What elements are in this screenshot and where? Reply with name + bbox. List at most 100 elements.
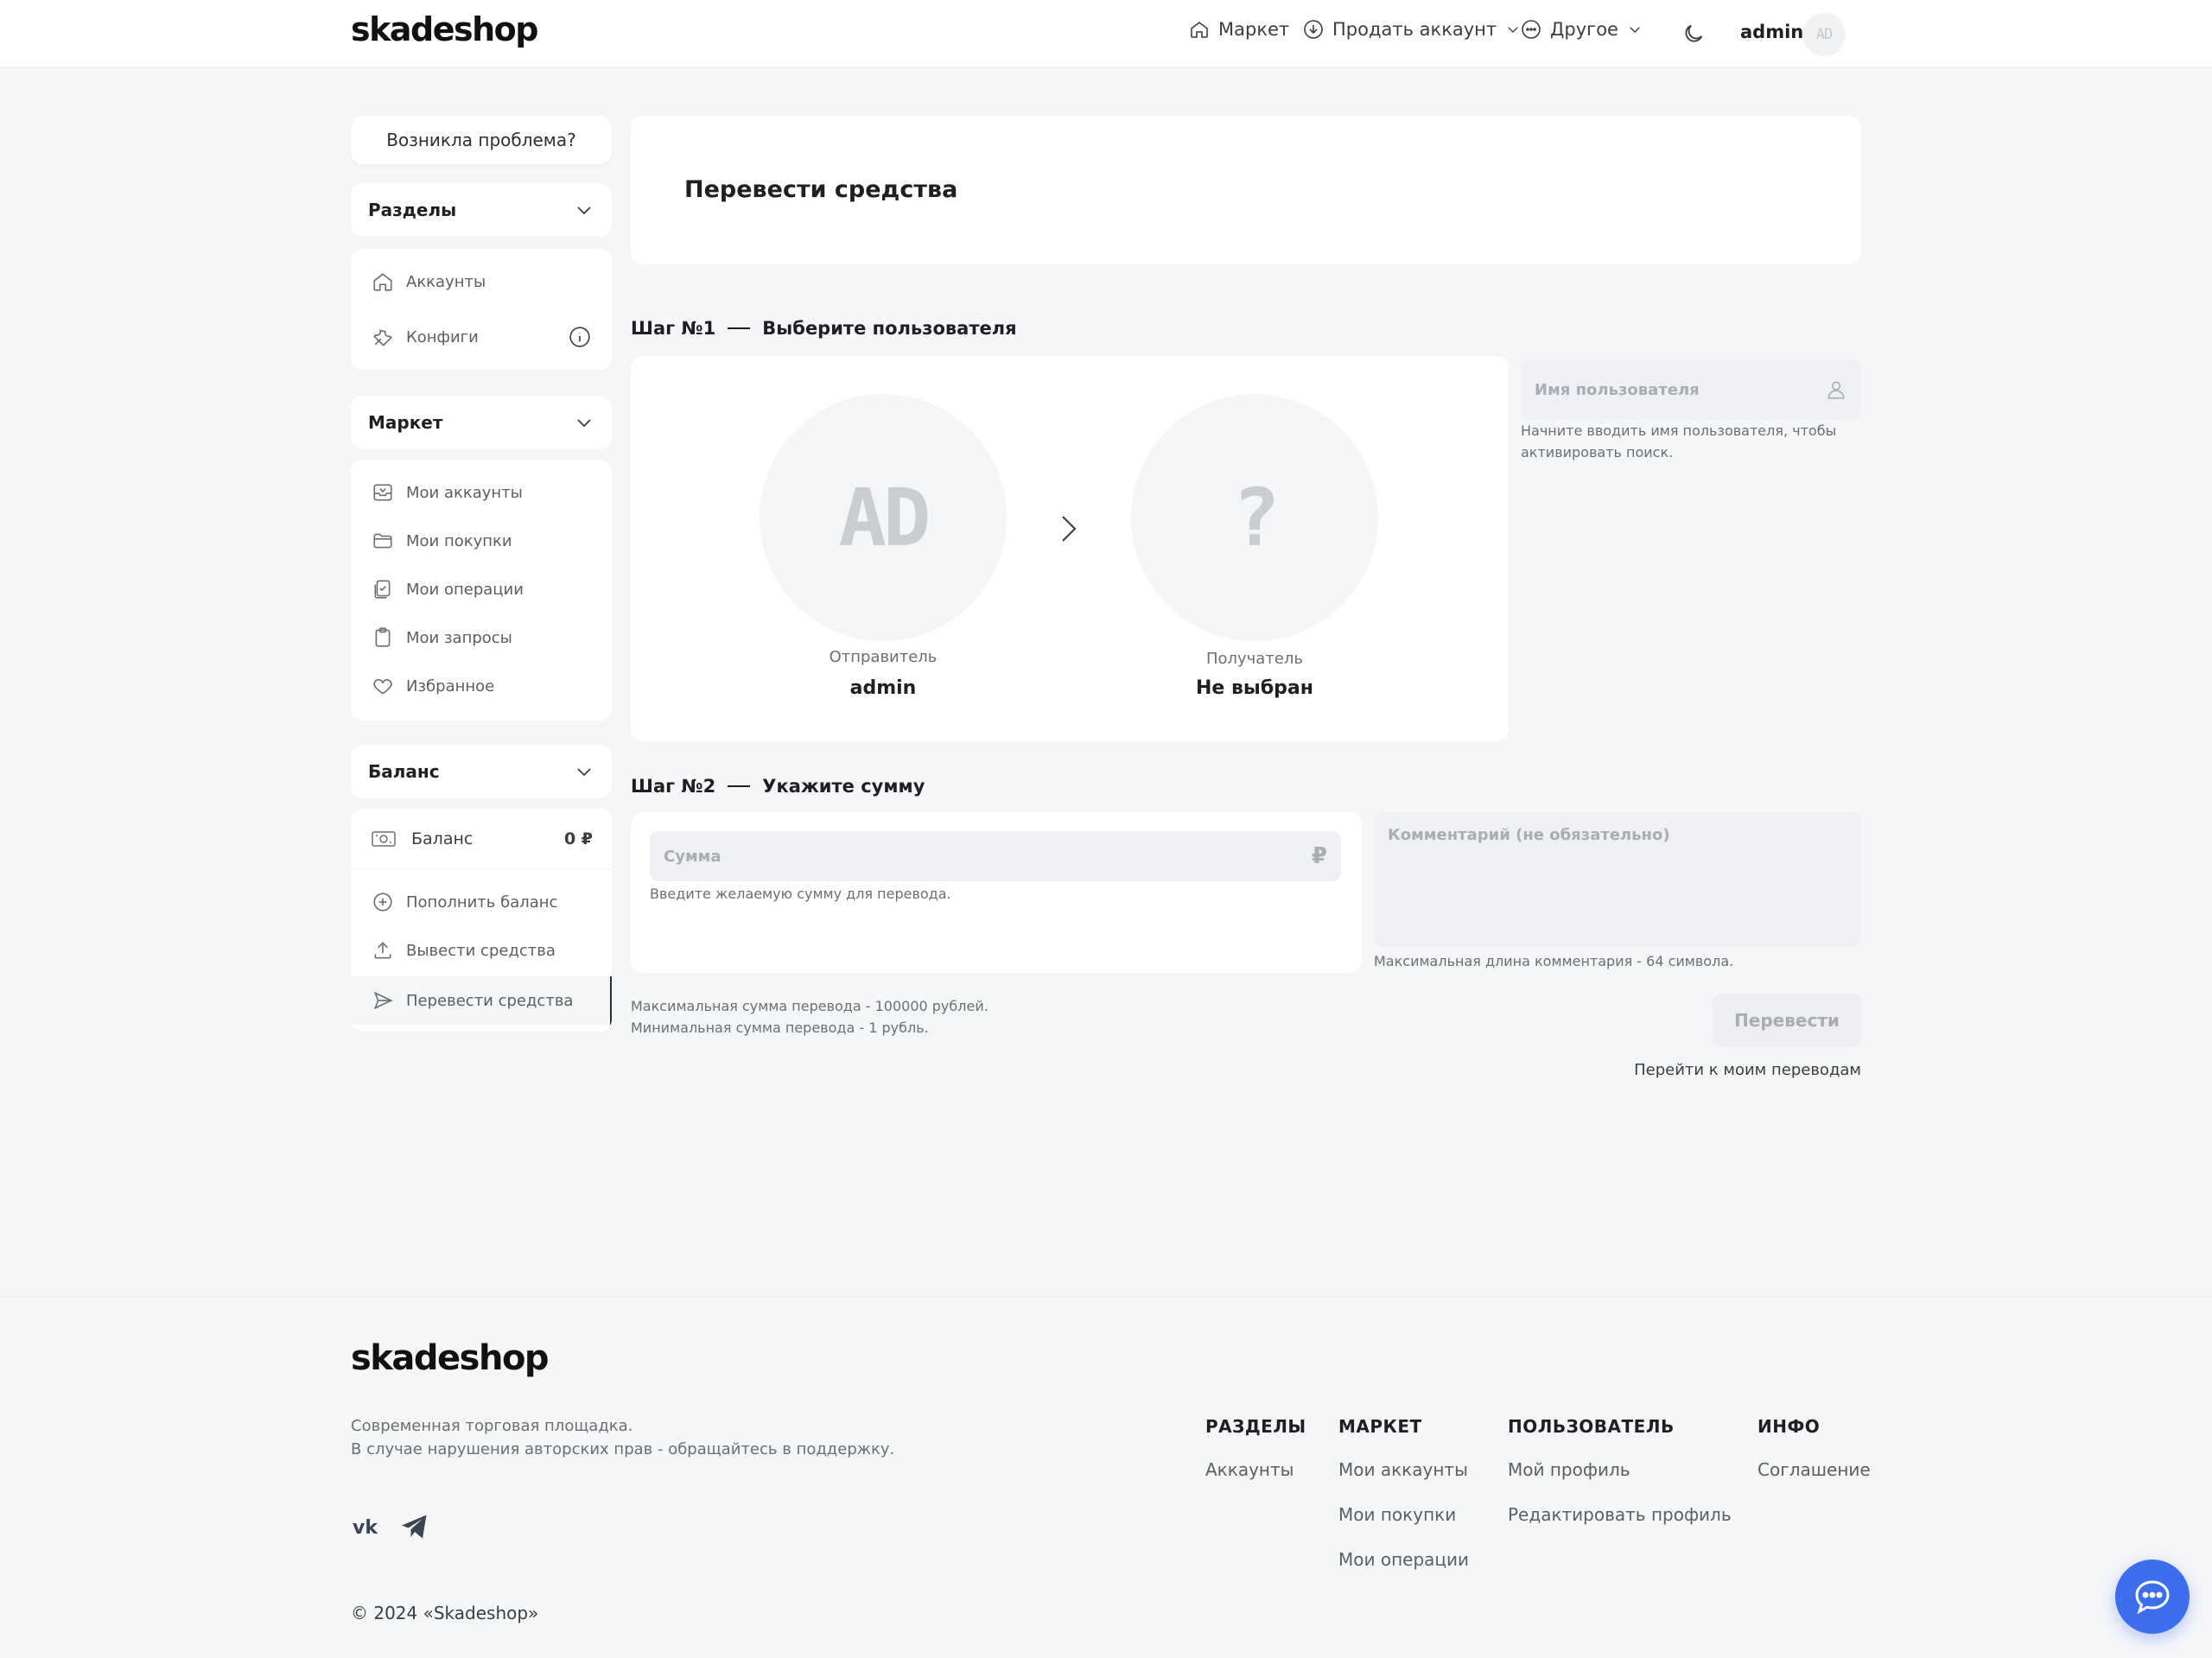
- step-dash: [728, 785, 751, 787]
- sections-toggle[interactable]: Разделы: [351, 183, 612, 237]
- balance-title: Баланс: [368, 761, 440, 782]
- clipboard-icon: [375, 627, 391, 647]
- home-icon: [1191, 21, 1208, 38]
- sidebar-item-label: Мои покупки: [406, 531, 512, 550]
- footer-link[interactable]: Мой профиль: [1508, 1459, 1630, 1480]
- sidebar-item-my-operations[interactable]: Мои операции: [351, 567, 612, 612]
- sidebar-item-label: Аккаунты: [406, 272, 486, 291]
- comment-hint: Максимальная длина комментария - 64 симв…: [1374, 953, 1734, 969]
- footer-col-title: ПОЛЬЗОВАТЕЛЬ: [1508, 1416, 1675, 1437]
- step2-heading: Шаг №2 Укажите сумму: [631, 776, 925, 797]
- limits-hint: Максимальная сумма перевода - 100000 руб…: [631, 995, 988, 1039]
- sidebar-item-transfer[interactable]: Перевести средства: [351, 976, 612, 1025]
- sidebar-item-my-purchases[interactable]: Мои покупки: [351, 518, 612, 563]
- balance-toggle[interactable]: Баланс: [351, 745, 612, 798]
- username-hint: Начните вводить имя пользователя, чтобы …: [1521, 420, 1836, 463]
- telegram-icon[interactable]: [399, 1511, 430, 1542]
- sidebar-item-my-requests[interactable]: Мои запросы: [351, 615, 612, 660]
- comment-input[interactable]: [1388, 826, 1861, 899]
- top-header: skadeshop Маркет Продать аккаунт Другое …: [0, 0, 2212, 67]
- sidebar-item-label: Вывести средства: [406, 941, 556, 960]
- sidebar-item-label: Мои операции: [406, 580, 524, 599]
- limit-min: Минимальная сумма перевода - 1 рубль.: [631, 1020, 929, 1036]
- sidebar-item-accounts[interactable]: Аккаунты: [351, 259, 612, 304]
- sidebar-item-label: Конфиги: [406, 327, 479, 346]
- footer-link[interactable]: Мои операции: [1338, 1549, 1469, 1570]
- more-icon: [1522, 20, 1541, 39]
- footer-col-title: ИНФО: [1758, 1416, 1821, 1437]
- sidebar-item-my-accounts[interactable]: Мои аккаунты: [351, 470, 612, 515]
- chevron-down-icon: [577, 419, 591, 428]
- chat-icon: [2135, 1580, 2170, 1615]
- download-icon: [1304, 20, 1323, 39]
- my-transfers-link[interactable]: Перейти к моим переводам: [1634, 1061, 1861, 1079]
- chevron-down-icon: [577, 206, 591, 215]
- footer-col-title: МАРКЕТ: [1338, 1416, 1422, 1437]
- market-toggle[interactable]: Маркет: [351, 396, 612, 449]
- amount-input[interactable]: [664, 847, 1341, 866]
- sidebar-item-label: Избранное: [406, 677, 495, 696]
- wrench-icon: [373, 329, 392, 346]
- problem-button[interactable]: Возникла проблема?: [351, 116, 612, 164]
- amount-field[interactable]: ₽: [650, 831, 1341, 881]
- plus-circle-icon: [373, 893, 392, 912]
- support-chat-button[interactable]: [2115, 1560, 2190, 1634]
- page-title: Перевести средства: [684, 176, 958, 203]
- page-title-card: Перевести средства: [631, 116, 1861, 264]
- cash-icon: [372, 830, 396, 847]
- clipboard-check-icon: [374, 580, 391, 599]
- moon-icon[interactable]: [1681, 22, 1706, 46]
- footer-link[interactable]: Соглашение: [1758, 1459, 1871, 1480]
- vk-icon[interactable]: vk: [351, 1511, 382, 1542]
- sidebar-item-label: Мои запросы: [406, 628, 512, 647]
- comment-field[interactable]: [1374, 812, 1861, 947]
- footer-link[interactable]: Редактировать профиль: [1508, 1504, 1732, 1525]
- username-hint-line: активировать поиск.: [1521, 444, 1674, 461]
- step1-number: Шаг №1: [631, 318, 716, 339]
- balance-label: Баланс: [411, 829, 474, 848]
- receiver-role: Получатель: [1205, 650, 1304, 668]
- nav-market[interactable]: Маркет: [1189, 19, 1289, 40]
- sidebar-item-configs[interactable]: Конфиги: [351, 314, 612, 359]
- step1-heading: Шаг №1 Выберите пользователя: [631, 318, 1017, 339]
- footer-link[interactable]: Мои покупки: [1338, 1504, 1456, 1525]
- balance-value: 0 ₽: [563, 829, 593, 848]
- market-title: Маркет: [368, 412, 443, 433]
- sender-role: Отправитель: [829, 648, 938, 666]
- footer-logo[interactable]: skadeshop: [351, 1338, 550, 1378]
- sidebar-item-withdraw[interactable]: Вывести средства: [351, 928, 612, 973]
- info-icon[interactable]: [569, 326, 591, 348]
- username-hint-line: Начните вводить имя пользователя, чтобы: [1521, 422, 1837, 439]
- heart-icon: [373, 679, 392, 695]
- user-name[interactable]: admin: [1740, 22, 1803, 42]
- sidebar-item-top-up[interactable]: Пополнить баланс: [351, 880, 612, 924]
- svg-text:vk: vk: [353, 1517, 378, 1539]
- transfer-submit-button[interactable]: Перевести: [1713, 994, 1861, 1047]
- sender-avatar-initials: AD: [838, 471, 931, 564]
- sections-title: Разделы: [368, 200, 457, 220]
- inbox-icon: [373, 484, 392, 501]
- logo[interactable]: skadeshop: [351, 10, 538, 48]
- ruble-icon: ₽: [1311, 843, 1327, 869]
- sections-menu: Аккаунты Конфиги: [351, 249, 612, 370]
- limit-max: Максимальная сумма перевода - 100000 руб…: [631, 998, 988, 1014]
- footer: skadeshop Современная торговая площадка.…: [0, 1296, 2212, 1658]
- avatar[interactable]: AD: [1802, 13, 1846, 56]
- sender-avatar: AD: [760, 394, 1007, 641]
- footer-desc-line: Современная торговая площадка.: [351, 1417, 633, 1435]
- send-icon: [373, 991, 393, 1010]
- upload-icon: [374, 942, 391, 959]
- username-input[interactable]: [1535, 380, 1861, 399]
- chevron-down-icon: [577, 768, 591, 777]
- nav-other[interactable]: Другое: [1521, 19, 1643, 40]
- nav-market-label: Маркет: [1218, 19, 1290, 40]
- balance-menu: Баланс 0 ₽ Пополнить баланс Вывести сред…: [351, 809, 612, 1032]
- receiver-avatar-initials: ?: [1232, 471, 1280, 564]
- footer-col-title: РАЗДЕЛЫ: [1205, 1416, 1306, 1437]
- step-dash: [728, 327, 751, 329]
- nav-sell-account[interactable]: Продать аккаунт: [1303, 19, 1521, 40]
- sidebar-item-favorites[interactable]: Избранное: [351, 664, 612, 708]
- footer-link[interactable]: Мои аккаунты: [1338, 1459, 1468, 1480]
- username-field[interactable]: [1521, 359, 1861, 420]
- footer-link[interactable]: Аккаунты: [1205, 1459, 1294, 1480]
